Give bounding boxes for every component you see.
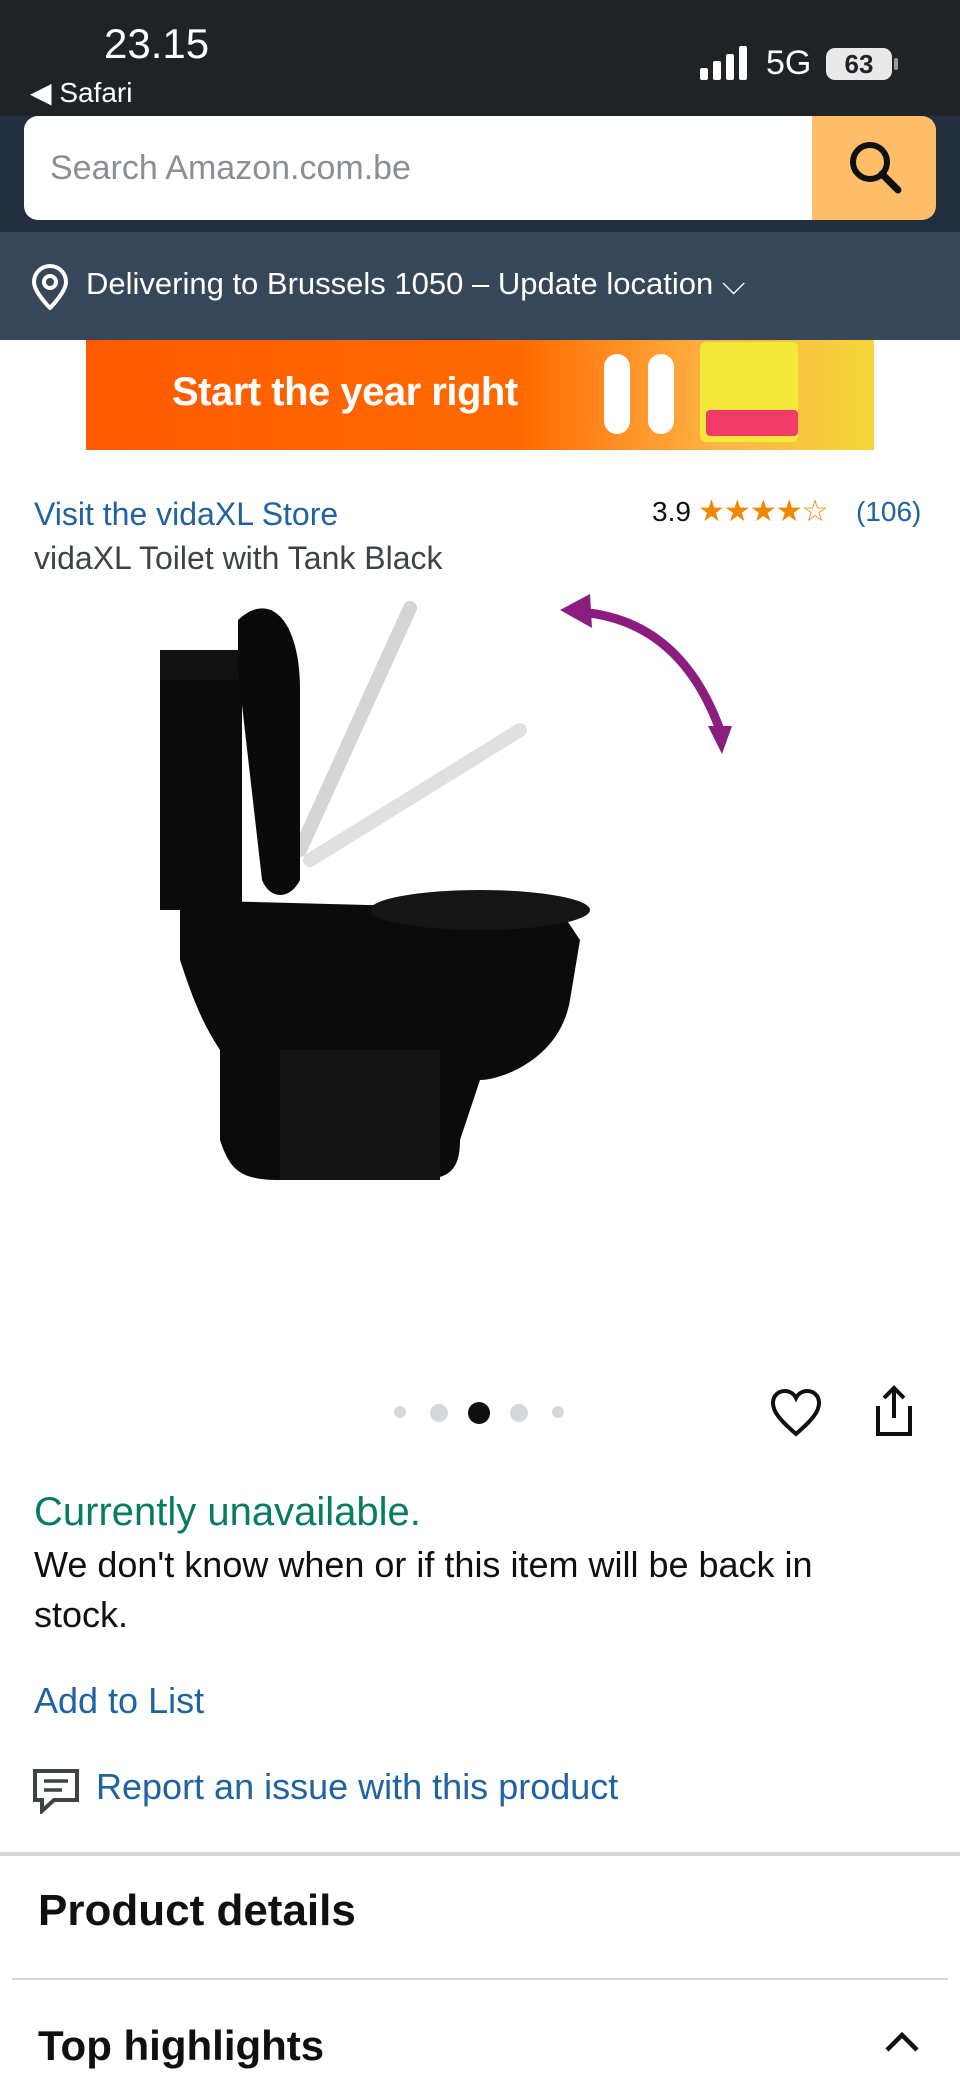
product-image[interactable]: [160, 580, 800, 1310]
star-icon: ★: [749, 495, 777, 528]
status-time: 23.15: [104, 20, 210, 67]
sneaker-image: [604, 354, 630, 434]
rating-stars[interactable]: ★★★★☆: [698, 494, 829, 529]
chevron-up-icon[interactable]: [884, 2030, 920, 2054]
battery-icon: 63: [826, 48, 892, 80]
bag-base-image: [706, 410, 798, 436]
sneaker-image: [648, 354, 674, 434]
carousel-dot[interactable]: [510, 1404, 528, 1422]
availability-description: We don't know when or if this item will …: [34, 1544, 813, 1635]
section-divider: [0, 1852, 960, 1856]
carousel-dot[interactable]: [552, 1406, 564, 1418]
back-app-label: Safari: [59, 77, 133, 108]
availability-status: Currently unavailable.: [34, 1490, 421, 1534]
share-icon[interactable]: [872, 1384, 916, 1438]
back-to-safari[interactable]: ◀ Safari: [30, 76, 132, 109]
search-button[interactable]: [812, 116, 936, 220]
star-icon: ★: [723, 495, 751, 528]
star-icon: ★: [698, 495, 725, 528]
battery-nub: [894, 58, 898, 70]
location-pin-icon: [31, 264, 69, 310]
star-outline-icon: ☆: [801, 495, 829, 528]
product-details-heading[interactable]: Product details: [38, 1886, 356, 1936]
signal-icon: [700, 46, 747, 80]
search-icon: [850, 142, 902, 194]
star-icon: ★: [775, 495, 803, 528]
rating-value[interactable]: 3.9: [652, 496, 691, 528]
add-to-list-link[interactable]: Add to List: [34, 1680, 204, 1722]
report-speech-bubble-icon: [33, 1769, 79, 1814]
heart-icon[interactable]: [770, 1388, 822, 1438]
promo-banner-text: Start the year right: [172, 370, 518, 414]
delivery-text[interactable]: Delivering to Brussels 1050 – Update loc…: [86, 266, 745, 303]
network-label: 5G: [766, 44, 812, 82]
rating-count[interactable]: (106): [856, 496, 921, 528]
back-triangle-icon: ◀: [30, 77, 60, 108]
carousel-dot[interactable]: [430, 1404, 448, 1422]
product-title: vidaXL Toilet with Tank Black: [34, 540, 443, 576]
store-link[interactable]: Visit the vidaXL Store: [34, 496, 338, 533]
top-highlights-heading[interactable]: Top highlights: [38, 2022, 324, 2070]
carousel-dot[interactable]: [394, 1406, 406, 1418]
search-input[interactable]: Search Amazon.com.be: [24, 116, 814, 220]
carousel-dot-active[interactable]: [468, 1402, 490, 1424]
section-divider: [12, 1978, 948, 1980]
report-issue-link[interactable]: Report an issue with this product: [96, 1766, 618, 1808]
